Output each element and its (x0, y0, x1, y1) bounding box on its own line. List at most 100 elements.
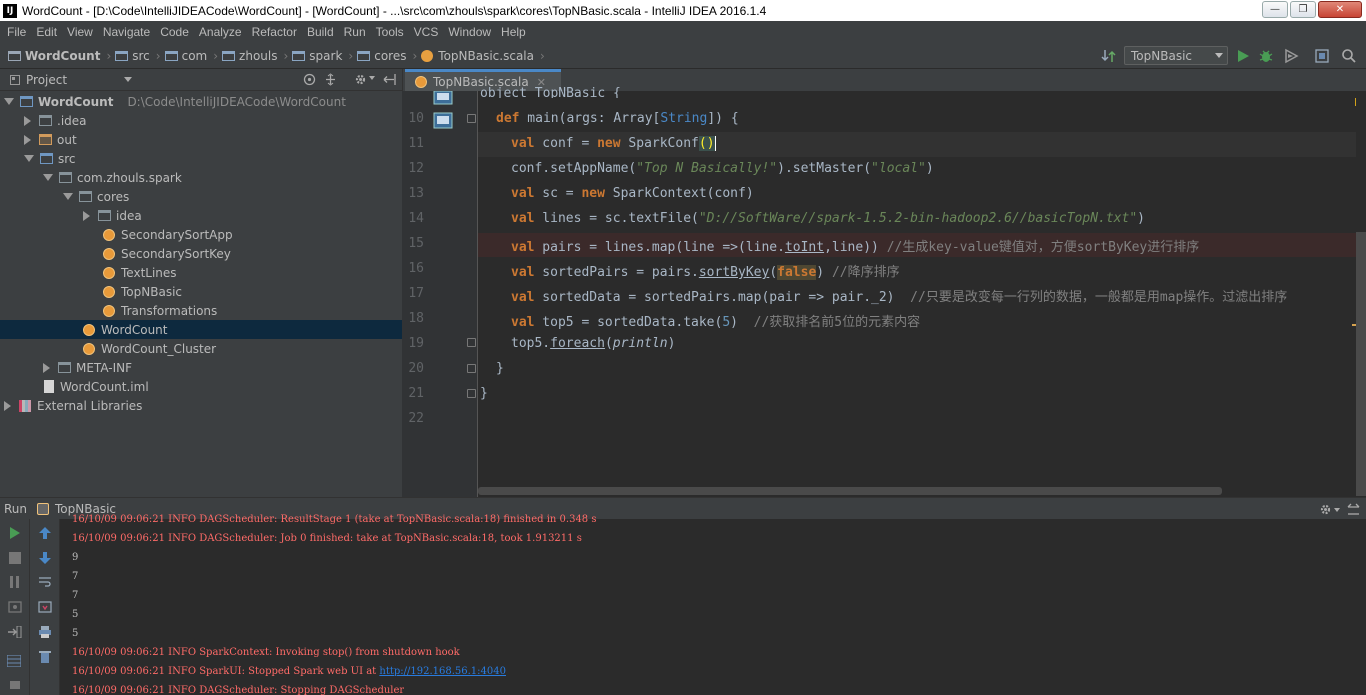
pin-icon[interactable] (8, 681, 22, 693)
menu-file[interactable]: File (2, 25, 31, 39)
menu-tools[interactable]: Tools (371, 25, 409, 39)
gear-icon[interactable] (1319, 503, 1332, 516)
tree-item-secondarysortkey[interactable]: SecondarySortKey (0, 244, 402, 263)
tree-item-package[interactable]: com.zhouls.spark (0, 168, 402, 187)
console-line: 16/10/09 09:06:21 INFO DAGScheduler: Job… (72, 533, 582, 544)
run-panel-label: Run (4, 501, 28, 516)
trash-icon[interactable] (38, 651, 52, 663)
line-number: 18 (408, 311, 424, 326)
tree-item-secondarysortapp[interactable]: SecondarySortApp (0, 225, 402, 244)
tree-item-transformations[interactable]: Transformations (0, 301, 402, 320)
fold-marker-icon[interactable] (467, 364, 476, 373)
hide-panel-icon[interactable] (1347, 503, 1360, 516)
tree-item-textlines[interactable]: TextLines (0, 263, 402, 282)
run-configuration-select[interactable]: TopNBasic (1124, 46, 1228, 65)
rerun-icon[interactable] (8, 527, 22, 539)
tree-item-wordcount-cluster[interactable]: WordCount_Cluster (0, 339, 402, 358)
hide-panel-icon[interactable] (383, 73, 396, 86)
scala-object-icon (103, 247, 115, 260)
line-number: 10 (408, 111, 424, 126)
close-window-button[interactable]: ✕ (1318, 1, 1362, 18)
tree-item-root[interactable]: WordCount D:\Code\IntelliJIDEACode\WordCo… (0, 92, 402, 111)
collapsed-arrow-icon[interactable] (24, 134, 31, 145)
chevron-down-icon[interactable] (369, 76, 375, 80)
tree-item-label: TopNBasic (121, 284, 182, 299)
breadcrumb-file[interactable]: TopNBasic.scala › (421, 49, 545, 63)
project-view-select[interactable]: Project (26, 73, 67, 87)
breadcrumb-src[interactable]: src › (115, 49, 161, 63)
breadcrumb-zhouls[interactable]: zhouls › (222, 49, 288, 63)
tree-item-idea-package[interactable]: idea (0, 206, 402, 225)
coverage-icon[interactable] (1283, 48, 1299, 64)
stop-icon[interactable] (8, 552, 22, 564)
tree-item-cores[interactable]: cores (0, 187, 402, 206)
pause-icon[interactable] (8, 576, 22, 588)
print-icon[interactable] (38, 626, 52, 638)
code-line-13: val sc = new SparkContext(conf) (511, 186, 754, 201)
editor-scrollbar-thumb[interactable] (1356, 232, 1366, 496)
run-gutter-icon[interactable] (432, 91, 454, 107)
arrow-down-icon[interactable] (38, 552, 52, 564)
spark-ui-link[interactable]: http://192.168.56.1:4040 (379, 666, 506, 677)
scroll-to-end-icon[interactable] (38, 601, 52, 613)
expand-arrow-icon[interactable] (24, 155, 34, 162)
run-icon[interactable] (1235, 48, 1251, 64)
collapse-all-icon[interactable] (324, 73, 337, 86)
tree-item-out[interactable]: out (0, 130, 402, 149)
tree-item-meta-inf[interactable]: META-INF (0, 358, 402, 377)
search-everywhere-icon[interactable] (1341, 48, 1357, 64)
run-gutter-icon[interactable] (432, 111, 454, 131)
project-structure-icon[interactable] (1314, 48, 1330, 64)
breadcrumb-cores[interactable]: cores › (357, 49, 417, 63)
tree-item-idea[interactable]: .idea (0, 111, 402, 130)
fold-marker-icon[interactable] (467, 114, 476, 123)
menu-edit[interactable]: Edit (31, 25, 62, 39)
expand-arrow-icon[interactable] (4, 98, 14, 105)
minimize-button[interactable]: — (1262, 1, 1288, 18)
sort-arrows-icon[interactable] (1101, 48, 1117, 64)
arrow-up-icon[interactable] (38, 527, 52, 539)
breadcrumb-project[interactable]: WordCount › (8, 49, 111, 63)
collapsed-arrow-icon[interactable] (43, 362, 50, 373)
tree-item-src[interactable]: src (0, 149, 402, 168)
menu-run[interactable]: Run (339, 25, 371, 39)
exit-icon[interactable] (8, 626, 22, 638)
collapsed-arrow-icon[interactable] (24, 115, 31, 126)
debug-icon[interactable] (1258, 48, 1274, 64)
chevron-down-icon[interactable] (124, 77, 132, 82)
fold-marker-icon[interactable] (467, 389, 476, 398)
menu-navigate[interactable]: Navigate (98, 25, 155, 39)
tree-item-label: External Libraries (37, 398, 143, 413)
expand-arrow-icon[interactable] (43, 174, 53, 181)
breadcrumb-com[interactable]: com › (164, 48, 218, 63)
menu-view[interactable]: View (62, 25, 98, 39)
tree-item-external-libraries[interactable]: External Libraries (0, 396, 402, 415)
menu-vcs[interactable]: VCS (409, 25, 444, 39)
maximize-button[interactable]: ❐ (1290, 1, 1316, 18)
chevron-down-icon[interactable] (1334, 508, 1340, 512)
editor-horizontal-scrollbar[interactable] (478, 487, 1222, 495)
breadcrumb-spark[interactable]: spark › (292, 49, 353, 63)
collapsed-arrow-icon[interactable] (4, 400, 11, 411)
tree-item-wordcount[interactable]: WordCount (0, 320, 402, 339)
menu-bar: File Edit View Navigate Code Analyze Ref… (0, 21, 1366, 43)
collapsed-arrow-icon[interactable] (83, 210, 90, 221)
window-title: WordCount - [D:\Code\IntelliJIDEACode\Wo… (22, 3, 767, 18)
tree-item-wordcount-iml[interactable]: WordCount.iml (0, 377, 402, 396)
layout-icon[interactable] (7, 655, 21, 667)
menu-refactor[interactable]: Refactor (247, 25, 302, 39)
fold-marker-icon[interactable] (467, 338, 476, 347)
menu-analyze[interactable]: Analyze (194, 25, 247, 39)
menu-build[interactable]: Build (302, 25, 339, 39)
project-path: D:\Code\IntelliJIDEACode\WordCount (127, 94, 346, 109)
menu-help[interactable]: Help (496, 25, 531, 39)
tree-item-topnbasic[interactable]: TopNBasic (0, 282, 402, 301)
breadcrumb-label: com (181, 48, 208, 63)
expand-arrow-icon[interactable] (63, 193, 73, 200)
gear-icon[interactable] (354, 73, 367, 86)
dump-threads-icon[interactable] (8, 601, 22, 613)
soft-wrap-icon[interactable] (38, 576, 52, 588)
menu-code[interactable]: Code (155, 25, 194, 39)
scroll-from-source-icon[interactable] (303, 73, 316, 86)
menu-window[interactable]: Window (443, 25, 496, 39)
